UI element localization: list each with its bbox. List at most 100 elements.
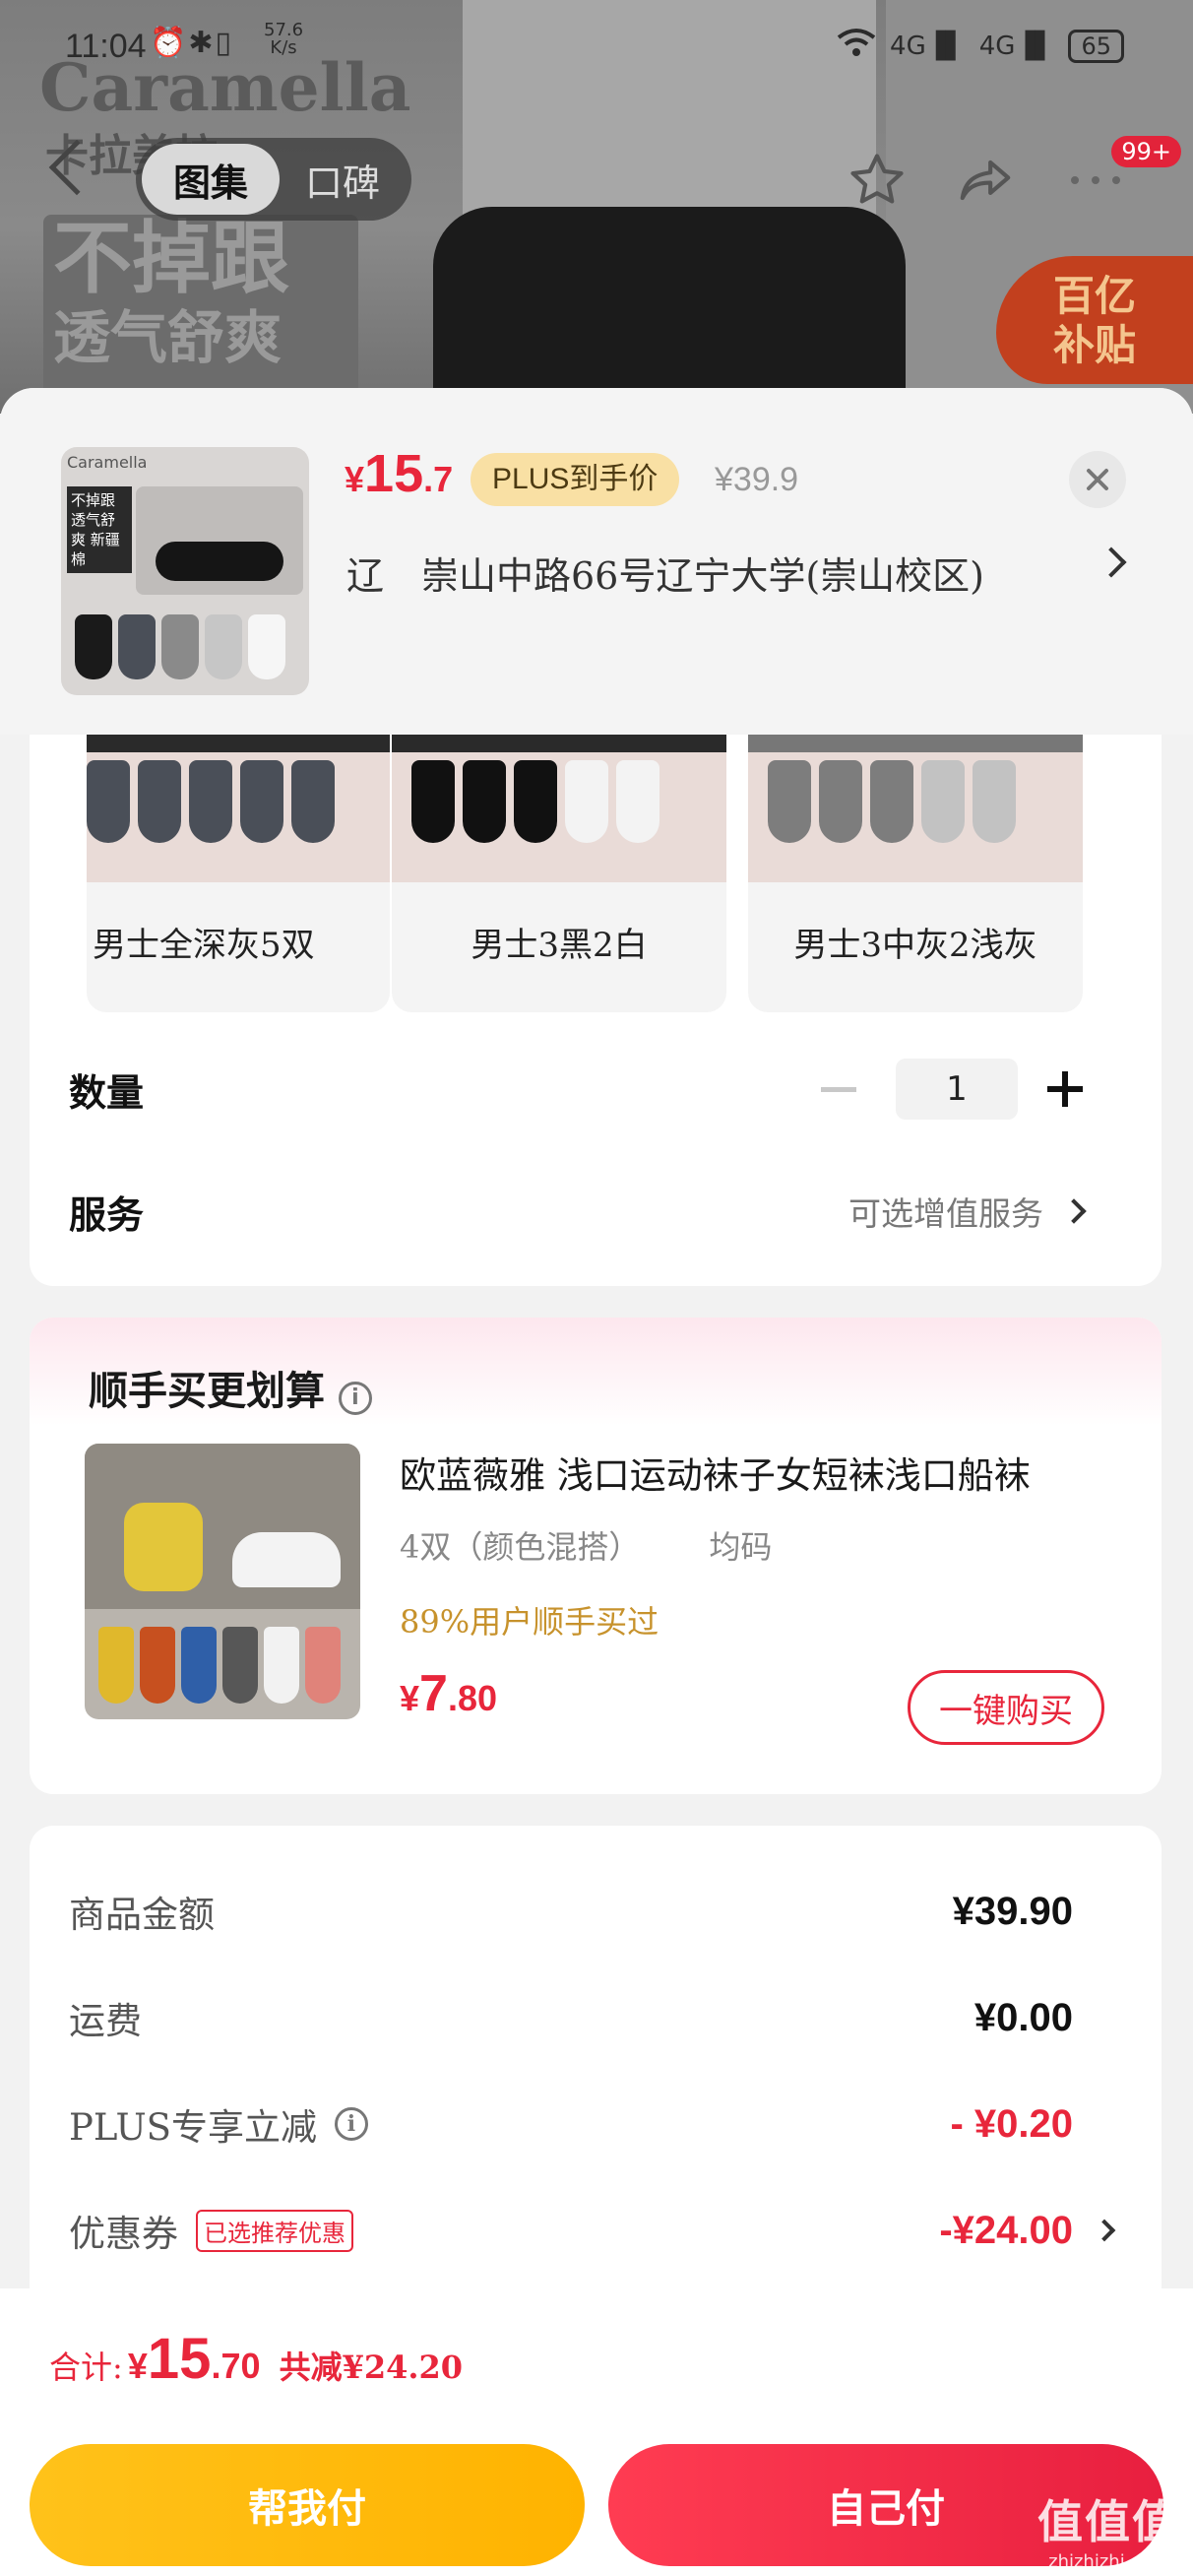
spec-card: 男士全深灰5双 男士3黑2白 男士3中灰2浅灰 数量 1 服务 可选增值服务: [30, 735, 1162, 1286]
service-value: 可选增值服务: [848, 1194, 1043, 1233]
network-type-2: 4G: [978, 31, 1016, 61]
summary-label: PLUS专享立减 i: [69, 2097, 368, 2151]
bundle-price-integer: 7: [419, 1665, 448, 1722]
gallery-promo-text: 不掉跟 透气舒爽: [43, 215, 358, 402]
bundle-title-text: 顺手买更划算: [89, 1369, 325, 1414]
total-label: 合计:: [49, 2349, 123, 2386]
summary-value: ¥0.00: [973, 1995, 1073, 2039]
total-currency: ¥: [127, 2346, 148, 2386]
quantity-value[interactable]: 1: [896, 1059, 1018, 1120]
quantity-stepper: 1: [821, 1050, 1083, 1128]
bundle-spec-size: 均码: [709, 1528, 773, 1566]
price-decimal: .7: [423, 459, 454, 499]
promo-line-1: 不掉跟: [53, 213, 289, 304]
bundle-price-decimal: .80: [447, 1678, 497, 1718]
variant-image: [87, 735, 390, 882]
delivery-address[interactable]: 辽 崇山中路66号辽宁大学(崇山校区): [346, 546, 984, 600]
purchase-sheet: Caramella 不掉跟 透气舒爽 新疆棉 ¥15.7 PLUS到手价 ¥39…: [0, 388, 1193, 2576]
total-saving: 共减¥24.20: [279, 2349, 464, 2386]
variant-label: 男士3中灰2浅灰: [793, 926, 1037, 965]
coupon-selected-tag: 已选推荐优惠: [196, 2209, 353, 2252]
summary-row-coupon[interactable]: 优惠券 已选推荐优惠 -¥24.00: [69, 2196, 1122, 2265]
variant-label: 男士全深灰5双: [93, 926, 315, 965]
status-right-icons: 4G▐▌ 4G▐▌ 65: [837, 28, 1124, 64]
watermark-logo: 值值值: [1037, 2495, 1179, 2548]
promo-line-2: 透气舒爽: [53, 304, 283, 371]
summary-label-text: 优惠券: [69, 2213, 178, 2255]
gallery-tabs: 图集 口碑: [136, 138, 411, 221]
chevron-right-icon[interactable]: [1096, 547, 1127, 578]
tab-gallery[interactable]: 图集: [142, 144, 280, 215]
plus-price-badge: PLUS到手价: [471, 453, 680, 506]
thumb-tag: 不掉跟 透气舒爽 新疆棉: [67, 486, 132, 573]
bundle-price: ¥7.80: [400, 1664, 497, 1723]
signal-icon-1: 4G▐▌: [890, 31, 966, 61]
bundle-buyers-stat: 89%用户顺手买过: [400, 1603, 659, 1641]
info-icon[interactable]: i: [338, 1381, 372, 1415]
summary-row-goods: 商品金额 ¥39.90: [69, 1877, 1122, 1946]
tab-reviews[interactable]: 口碑: [280, 144, 406, 215]
service-row[interactable]: 服务 可选增值服务: [69, 1172, 1122, 1251]
service-label: 服务: [69, 1192, 145, 1237]
bundle-product-spec: 4双（颜色混搭） 均码: [400, 1522, 772, 1568]
sheet-header: Caramella 不掉跟 透气舒爽 新疆棉 ¥15.7 PLUS到手价 ¥39…: [0, 388, 1193, 735]
variant-option[interactable]: 男士3黑2白: [392, 735, 726, 1012]
network-speed: 57.6 K/s: [264, 22, 303, 57]
summary-value: - ¥0.20: [950, 2101, 1073, 2146]
message-count-badge: 99+: [1111, 136, 1181, 167]
subsidy-line-2: 补贴: [1052, 321, 1136, 369]
battery-icon: 65: [1068, 29, 1124, 63]
close-button[interactable]: [1069, 451, 1126, 508]
watermark: 值值值 zhizhizhi.com: [1037, 2486, 1179, 2572]
summary-label: 运费: [69, 2000, 142, 2042]
summary-value: ¥39.90: [952, 1889, 1073, 1933]
subsidy-badge[interactable]: 百亿 补贴: [996, 256, 1193, 384]
summary-row-shipping: 运费 ¥0.00: [69, 1983, 1122, 2052]
variant-option[interactable]: 男士3中灰2浅灰: [748, 735, 1083, 1012]
variant-option[interactable]: 男士全深灰5双: [87, 735, 390, 1012]
bundle-product-name[interactable]: 欧蓝薇雅 浅口运动袜子女短袜浅口船袜: [400, 1446, 1108, 1499]
summary-row-plus-discount: PLUS专享立减 i - ¥0.20: [69, 2090, 1122, 2158]
bundle-card: 顺手买更划算 i 欧蓝薇雅 浅口运动袜子女短袜浅口船袜 4双（颜色混搭） 均码 8…: [30, 1318, 1162, 1794]
gallery-sock-photo: [433, 207, 906, 414]
subsidy-line-1: 百亿: [1052, 272, 1136, 320]
quantity-label: 数量: [69, 1070, 145, 1115]
bundle-price-currency: ¥: [400, 1678, 420, 1718]
summary-label: 商品金额: [69, 1894, 215, 1936]
thumb-sock-row: [75, 614, 285, 679]
star-icon[interactable]: [845, 148, 910, 213]
minus-icon[interactable]: [821, 1086, 856, 1092]
help-me-pay-button[interactable]: 帮我付: [30, 2444, 585, 2566]
total-decimal: .70: [211, 2346, 261, 2386]
status-notification-icons: ⏰✱▯: [150, 26, 233, 60]
variant-image: [748, 735, 1083, 882]
bundle-spec-pack: 4双（颜色混搭）: [400, 1528, 641, 1566]
chevron-right-icon[interactable]: [1093, 2219, 1116, 2242]
plus-icon[interactable]: [1047, 1071, 1083, 1107]
price-currency: ¥: [345, 459, 365, 499]
close-icon: [1087, 469, 1108, 490]
service-option[interactable]: 可选增值服务: [848, 1172, 1087, 1251]
variant-image: [392, 735, 726, 882]
checkout-bar: 合计: ¥15.70 共减¥24.20 帮我付 自己付 值值值 zhizhizh…: [0, 2288, 1193, 2576]
price-summary-card: 商品金额 ¥39.90 运费 ¥0.00 PLUS专享立减 i - ¥0.20 …: [30, 1826, 1162, 2318]
bundle-product-image[interactable]: [85, 1444, 360, 1719]
info-icon[interactable]: i: [334, 2107, 368, 2141]
thumb-brand: Caramella: [67, 453, 148, 472]
signal-icon-2: 4G▐▌: [978, 31, 1055, 61]
original-price: ¥39.9: [715, 461, 799, 498]
total-integer: 15: [147, 2327, 212, 2391]
product-thumbnail[interactable]: Caramella 不掉跟 透气舒爽 新疆棉: [61, 447, 309, 695]
network-type-1: 4G: [890, 31, 926, 61]
summary-value: -¥24.00: [939, 2208, 1073, 2252]
watermark-url: zhizhizhi.com: [1048, 2551, 1168, 2572]
share-icon[interactable]: [953, 148, 1018, 213]
quantity-row: 数量 1: [69, 1050, 1122, 1128]
variant-label: 男士3黑2白: [471, 926, 648, 965]
thumb-feet-photo: [136, 486, 303, 595]
status-bar: 11:04 ⏰✱▯ 57.6 K/s 4G▐▌ 4G▐▌ 65: [0, 0, 1193, 89]
plus-price: ¥15.7: [345, 443, 453, 504]
summary-label: 优惠券 已选推荐优惠: [69, 2204, 353, 2257]
one-click-buy-button[interactable]: 一键购买: [908, 1670, 1104, 1745]
status-time: 11:04: [65, 28, 147, 65]
